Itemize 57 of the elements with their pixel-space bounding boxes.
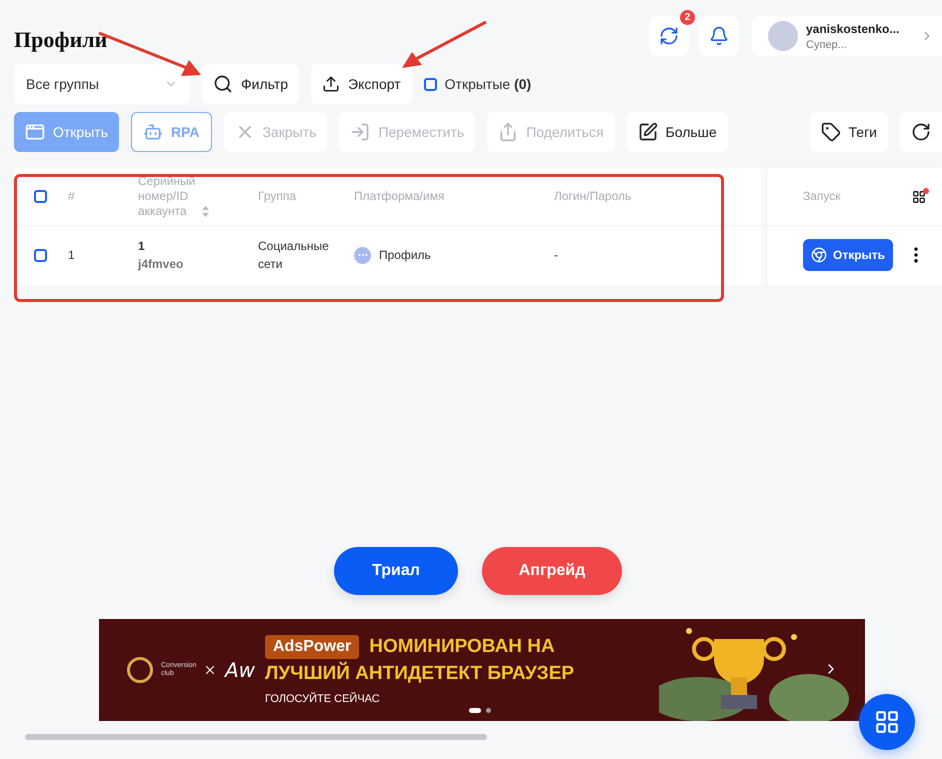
slide-dot[interactable] bbox=[486, 708, 491, 713]
enter-icon bbox=[350, 122, 370, 142]
tags-button[interactable]: Теги bbox=[810, 112, 888, 152]
banner-heading: НОМИНИРОВАН НА bbox=[369, 636, 555, 658]
sync-icon bbox=[659, 26, 679, 46]
edit-icon bbox=[638, 122, 658, 142]
bell-icon bbox=[709, 26, 729, 46]
brand-label: AdsPower bbox=[265, 635, 360, 659]
columns-settings-icon[interactable] bbox=[912, 190, 926, 204]
user-card[interactable]: yaniskostenko... Супер... bbox=[752, 16, 942, 56]
avatar-icon bbox=[768, 21, 798, 51]
export-button[interactable]: Экспорт bbox=[311, 64, 412, 104]
times-icon bbox=[203, 663, 217, 677]
user-name: yaniskostenko... bbox=[806, 22, 900, 36]
column-header: Логин/Пароль bbox=[554, 189, 632, 204]
window-icon bbox=[25, 122, 45, 142]
user-role: Супер... bbox=[806, 38, 848, 50]
column-header: Серийный номер/ID аккаунта bbox=[138, 174, 196, 219]
search-icon bbox=[213, 74, 233, 94]
banner-cta: ГОЛОСУЙТЕ СЕЙЧАС bbox=[265, 693, 381, 705]
page-title: Профили bbox=[14, 27, 108, 53]
upload-icon bbox=[322, 75, 340, 93]
column-header: Группа bbox=[258, 189, 298, 204]
table-cell-text: Социальные сети bbox=[258, 238, 330, 273]
column-header: Запуск bbox=[803, 189, 841, 204]
group-select[interactable]: Все группы bbox=[14, 64, 190, 104]
refresh-icon bbox=[911, 122, 931, 142]
table-cell-text: 1 bbox=[68, 247, 76, 264]
table-cell-text: 1 bbox=[138, 238, 146, 255]
open-button[interactable]: Открыть bbox=[803, 239, 894, 271]
trial-button[interactable]: Триал bbox=[334, 547, 458, 595]
table-cell-text: j4fmveo bbox=[138, 256, 184, 273]
checkbox[interactable] bbox=[424, 78, 437, 90]
column-header: # bbox=[68, 189, 76, 204]
browser-icon bbox=[811, 247, 827, 263]
tag-icon bbox=[820, 122, 841, 142]
bell-button[interactable] bbox=[699, 16, 739, 56]
share-icon bbox=[498, 122, 518, 142]
logo-icon bbox=[127, 657, 153, 683]
select-all-checkbox[interactable] bbox=[34, 190, 47, 203]
notification-badge: 2 bbox=[680, 10, 695, 25]
toolbar-button[interactable]: Больше bbox=[626, 112, 728, 152]
checkbox-label: Открытые (0) bbox=[444, 76, 532, 92]
robot-icon bbox=[142, 122, 163, 142]
upgrade-button[interactable]: Апгрейд bbox=[482, 547, 622, 595]
banner-heading: ЛУЧШИЙ АНТИДЕТЕКТ БРАУЗЕР bbox=[265, 663, 574, 685]
scrollbar[interactable] bbox=[25, 734, 487, 740]
table-cell: Профиль bbox=[379, 248, 431, 262]
column-header: Платформа/имя bbox=[354, 189, 446, 204]
grid-icon bbox=[874, 709, 900, 735]
logo-text: Aw bbox=[225, 658, 256, 682]
filter-button[interactable]: Фильтр bbox=[202, 64, 300, 104]
apps-button[interactable] bbox=[859, 694, 915, 750]
profile-icon bbox=[354, 246, 371, 264]
table-cell-text: - bbox=[554, 247, 559, 264]
row-checkbox[interactable] bbox=[34, 248, 47, 262]
refresh-button[interactable] bbox=[900, 112, 942, 152]
